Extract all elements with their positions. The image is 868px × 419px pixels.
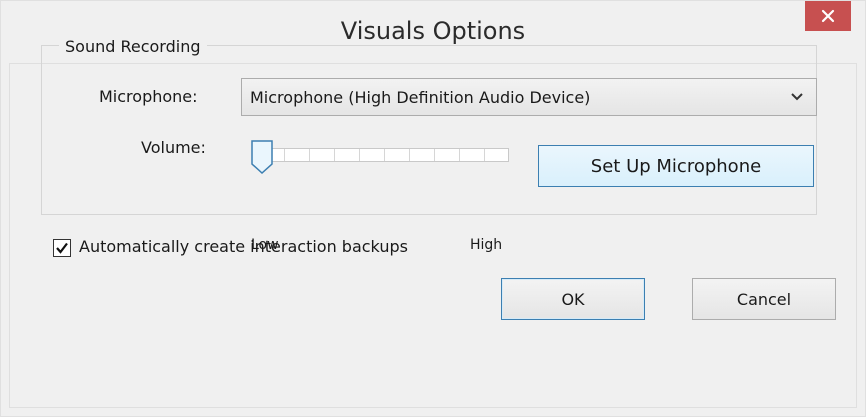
volume-tick (459, 149, 460, 161)
volume-slider-thumb[interactable] (251, 140, 273, 174)
volume-tick (384, 149, 385, 161)
visuals-options-dialog: Visuals Options Sound Recording Micropho… (0, 0, 866, 417)
volume-tick (284, 149, 285, 161)
volume-tick (409, 149, 410, 161)
chevron-down-icon (791, 93, 803, 101)
volume-tick (359, 149, 360, 161)
microphone-select-value: Microphone (High Definition Audio Device… (250, 87, 591, 107)
sound-recording-label: Sound Recording (59, 37, 207, 56)
microphone-select[interactable]: Microphone (High Definition Audio Device… (241, 78, 817, 116)
volume-tick (334, 149, 335, 161)
volume-high-label: High (470, 237, 503, 253)
microphone-label: Microphone: (99, 87, 198, 106)
ok-button[interactable]: OK (501, 278, 645, 320)
volume-tick (484, 149, 485, 161)
backup-checkbox-label[interactable]: Automatically create interaction backups (79, 237, 408, 256)
volume-tick (434, 149, 435, 161)
close-icon (821, 9, 835, 23)
volume-label: Volume: (141, 138, 206, 157)
volume-tick (309, 149, 310, 161)
set-up-microphone-button[interactable]: Set Up Microphone (538, 145, 814, 187)
cancel-button[interactable]: Cancel (692, 278, 836, 320)
close-button[interactable] (805, 1, 851, 31)
checkmark-icon (56, 242, 68, 254)
backup-checkbox[interactable] (53, 239, 71, 257)
sound-recording-group (41, 45, 817, 215)
